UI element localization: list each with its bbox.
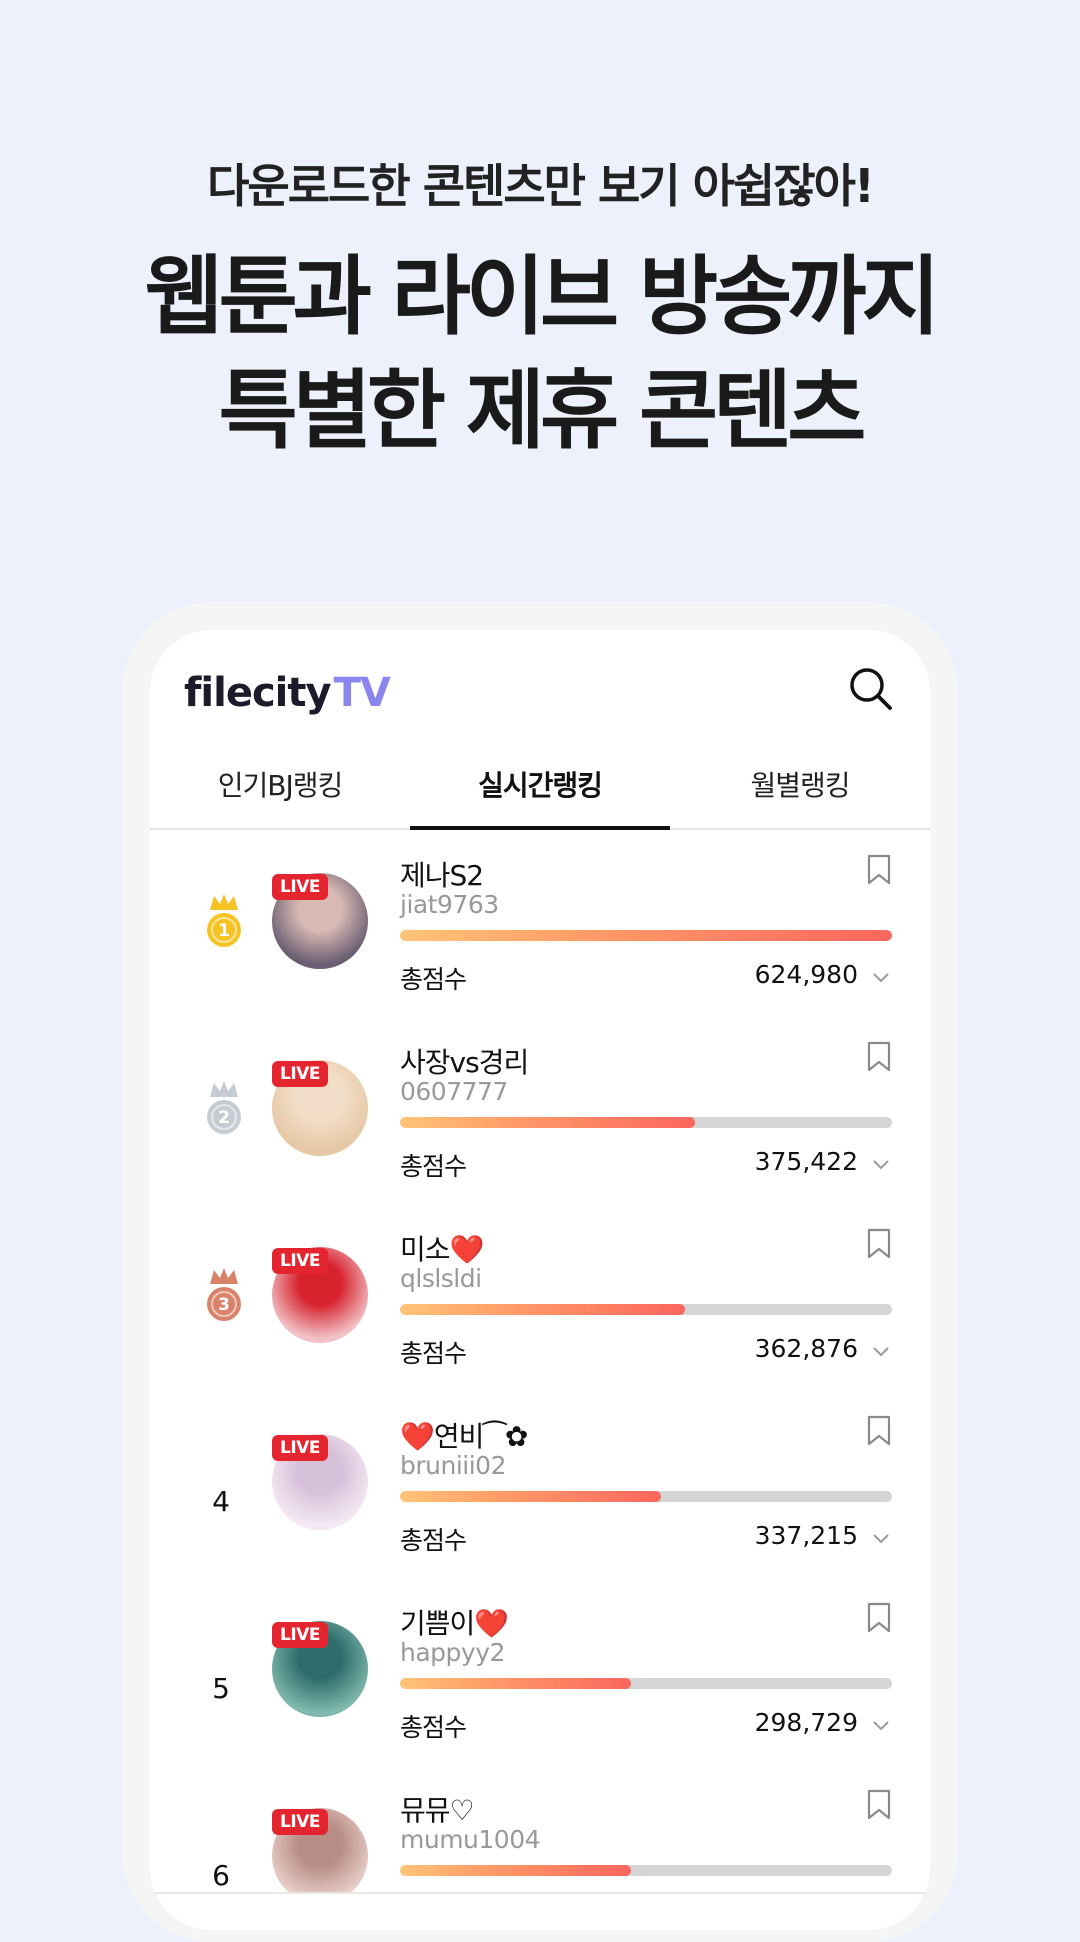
streamer-name: 기쁨이❤️ xyxy=(400,1602,509,1642)
bookmark-icon[interactable] xyxy=(866,1228,892,1260)
rank-number: 6 xyxy=(212,1859,230,1892)
streamer-handle: qlslsldi xyxy=(400,1264,482,1293)
tab-popular-bj[interactable]: 인기BJ랭킹 xyxy=(150,750,410,828)
score-progress-fill xyxy=(400,1865,632,1876)
chevron-down-icon[interactable] xyxy=(872,1346,890,1358)
score-progress-bar xyxy=(400,1678,892,1689)
score-progress-fill xyxy=(400,1491,661,1502)
promo-headline-line-1: 웹툰과 라이브 방송까지 xyxy=(144,247,940,347)
score-progress-bar xyxy=(400,1117,892,1128)
chevron-down-icon[interactable] xyxy=(872,1720,890,1732)
score-value: 298,729 xyxy=(754,1708,858,1737)
rank-number: 4 xyxy=(212,1485,230,1518)
score-value: 337,215 xyxy=(754,1521,858,1550)
ranking-row[interactable]: 3 LIVE 미소❤️ qlslsldi 총점수 362,876 xyxy=(150,1204,930,1391)
heart-emoji: ❤️ xyxy=(474,1607,509,1640)
score-progress-bar xyxy=(400,1304,892,1315)
streamer-name: ❤️연비⁀✿ xyxy=(400,1415,528,1455)
ranking-row[interactable]: 2 LIVE 사장vs경리 0607777 총점수 375,422 xyxy=(150,1017,930,1204)
live-badge: LIVE xyxy=(272,1435,328,1461)
ranking-row[interactable]: 1 LIVE 제나S2 jiat9763 총점수 624,980 xyxy=(150,830,930,1017)
live-badge: LIVE xyxy=(272,1061,328,1087)
streamer-name: 미소❤️ xyxy=(400,1228,485,1268)
app-logo: filecityTV xyxy=(184,670,391,716)
chevron-down-icon[interactable] xyxy=(872,1533,890,1545)
streamer-name-text: 기쁨이 xyxy=(400,1607,475,1640)
live-badge: LIVE xyxy=(272,1809,328,1835)
score-progress-fill xyxy=(400,1117,696,1128)
heart-emoji: ❤️ xyxy=(449,1233,485,1266)
ranking-tabs: 인기BJ랭킹 실시간랭킹 월별랭킹 xyxy=(150,750,930,830)
promo-headline-line-2: 특별한 제휴 콘텐츠 xyxy=(218,361,867,461)
streamer-handle: mumu1004 xyxy=(400,1825,541,1854)
bookmark-icon[interactable] xyxy=(866,1602,892,1634)
logo-tv: TV xyxy=(333,670,391,716)
live-badge: LIVE xyxy=(272,1248,328,1274)
score-label: 총점수 xyxy=(400,1339,467,1368)
streamer-name: 사장vs경리 xyxy=(400,1041,529,1081)
score-value: 362,876 xyxy=(754,1334,858,1363)
bookmark-icon[interactable] xyxy=(866,1789,892,1821)
score-progress-bar xyxy=(400,930,892,941)
bottom-nav xyxy=(150,1892,930,1930)
promo-headline: 웹툰과 라이브 방송까지 특별한 제휴 콘텐츠 xyxy=(0,240,1080,468)
score-label: 총점수 xyxy=(400,965,467,994)
rank-number: 1 xyxy=(218,921,230,941)
logo-main: filecity xyxy=(184,670,332,716)
bookmark-icon[interactable] xyxy=(866,854,892,886)
search-button[interactable] xyxy=(846,664,896,714)
score-progress-bar xyxy=(400,1491,892,1502)
streamer-handle: 0607777 xyxy=(400,1077,508,1106)
score-label: 총점수 xyxy=(400,1152,467,1181)
streamer-handle: happyy2 xyxy=(400,1638,505,1667)
streamer-name-text: 사장vs경리 xyxy=(400,1046,529,1079)
streamer-name-text: 제나S2 xyxy=(400,859,484,892)
tab-realtime[interactable]: 실시간랭킹 xyxy=(410,750,670,830)
rank-number: 5 xyxy=(212,1672,230,1705)
bookmark-icon[interactable] xyxy=(866,1041,892,1073)
score-label: 총점수 xyxy=(400,1713,467,1742)
live-badge: LIVE xyxy=(272,874,328,900)
rank-number: 3 xyxy=(218,1295,230,1315)
promo-subtitle: 다운로드한 콘텐츠만 보기 아쉽잖아! xyxy=(207,159,875,213)
rank-number: 2 xyxy=(218,1108,230,1128)
rank-medal-icon: 1 xyxy=(207,894,241,947)
score-progress-fill xyxy=(400,1678,632,1689)
tab-monthly[interactable]: 월별랭킹 xyxy=(670,750,930,828)
streamer-name: 뮤뮤♡ xyxy=(400,1789,475,1829)
streamer-handle: bruniii02 xyxy=(400,1451,507,1480)
live-badge: LIVE xyxy=(272,1622,328,1648)
rank-medal-icon: 2 xyxy=(207,1081,241,1134)
app-screen: filecityTV 인기BJ랭킹 실시간랭킹 월별랭킹 1 LIVE 제나S2 ji… xyxy=(150,630,930,1930)
ranking-list: 1 LIVE 제나S2 jiat9763 총점수 624,980 2 LIVE 사장vs경리 06… xyxy=(150,830,930,1930)
ranking-row[interactable]: 5 LIVE 기쁨이❤️ happyy2 총점수 298,729 xyxy=(150,1578,930,1765)
score-progress-fill xyxy=(400,1304,686,1315)
score-value: 375,422 xyxy=(754,1147,858,1176)
ranking-row[interactable]: 4 LIVE ❤️연비⁀✿ bruniii02 총점수 337,215 xyxy=(150,1391,930,1578)
score-label: 총점수 xyxy=(400,1526,467,1555)
bookmark-icon[interactable] xyxy=(866,1415,892,1447)
heart-emoji: ❤️ xyxy=(400,1420,435,1453)
streamer-name-text: 뮤뮤♡ xyxy=(400,1794,475,1827)
score-value: 624,980 xyxy=(754,960,858,989)
streamer-name-text: 미소 xyxy=(400,1233,451,1266)
chevron-down-icon[interactable] xyxy=(872,972,890,984)
rank-medal-icon: 3 xyxy=(207,1268,241,1321)
streamer-name: 제나S2 xyxy=(400,854,484,894)
streamer-name-text: 연비⁀✿ xyxy=(433,1420,528,1453)
chevron-down-icon[interactable] xyxy=(872,1159,890,1171)
search-icon xyxy=(850,668,892,710)
streamer-handle: jiat9763 xyxy=(400,890,499,919)
score-progress-fill xyxy=(400,930,892,941)
score-progress-bar xyxy=(400,1865,892,1876)
